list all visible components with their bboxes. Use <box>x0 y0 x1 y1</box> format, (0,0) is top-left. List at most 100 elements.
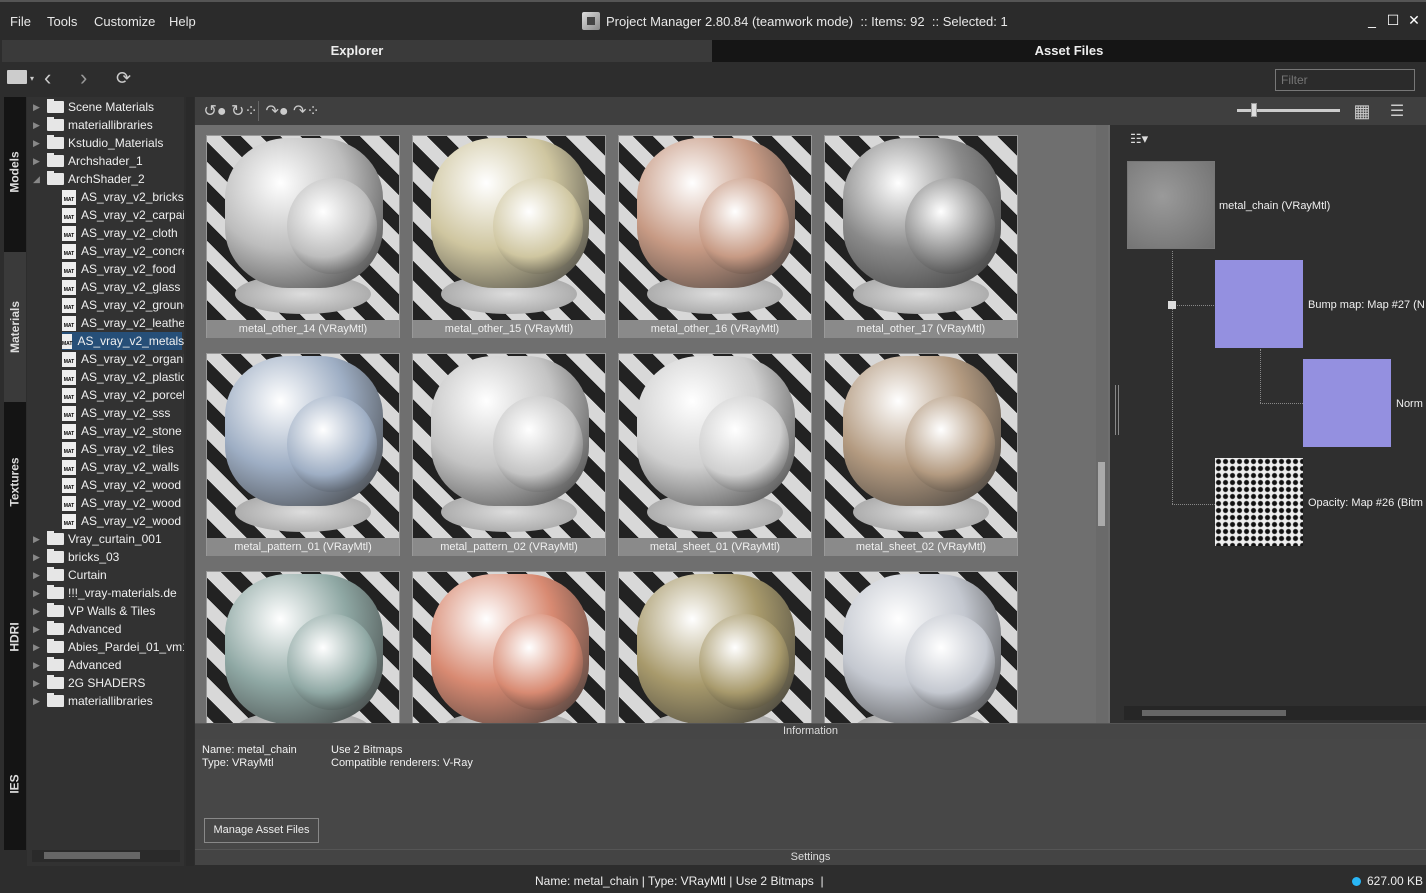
expand-arrow-icon[interactable]: ▶ <box>33 584 43 602</box>
tree-item-material[interactable]: MAT AS_vray_v2_wood <box>62 476 181 494</box>
menu-file[interactable]: File <box>10 14 31 29</box>
material-card[interactable]: metal_sheet_02 (VRayMtl) <box>824 353 1018 556</box>
information-header[interactable]: Information <box>195 723 1426 739</box>
material-card[interactable]: metal_other_15 (VRayMtl) <box>412 135 606 338</box>
expand-arrow-icon[interactable]: ▶ <box>33 656 43 674</box>
tree-item-material[interactable]: MAT AS_vray_v2_cloth <box>62 224 178 242</box>
grid-view-icon[interactable]: ▦ <box>1350 101 1374 121</box>
sort-icon[interactable]: ☰ <box>1385 101 1409 121</box>
collapse-icon[interactable] <box>1168 301 1176 309</box>
grid-scroll-thumb[interactable] <box>1098 462 1105 526</box>
filter-input[interactable] <box>1275 69 1415 91</box>
side-tab-models[interactable]: Models <box>4 97 26 247</box>
menu-customize[interactable]: Customize <box>94 14 155 29</box>
material-card[interactable]: metal_pattern_01 (VRayMtl) <box>206 353 400 556</box>
side-tab-hdri[interactable]: HDRI <box>4 562 26 712</box>
tree-item-material[interactable]: MAT AS_vray_v2_walls <box>62 458 179 476</box>
material-card[interactable]: metal_pattern_02 (VRayMtl) <box>412 353 606 556</box>
settings-header[interactable]: Settings <box>195 849 1426 865</box>
node-tree-horizontal-scrollbar[interactable] <box>1124 706 1426 720</box>
tree-item-material[interactable]: MAT AS_vray_v2_food <box>62 260 176 278</box>
opacity-map-thumbnail[interactable] <box>1215 458 1303 546</box>
tree-item-material[interactable]: MAT AS_vray_v2_carpaint <box>62 206 184 224</box>
manage-asset-files-button[interactable]: Manage Asset Files <box>204 818 319 843</box>
expand-arrow-icon[interactable]: ▶ <box>33 134 43 152</box>
tree-item-folder[interactable]: ▶ Abies_Pardei_01_vm1 <box>33 638 184 656</box>
tree-item-material[interactable]: MAT AS_vray_v2_wood - ( <box>62 512 184 530</box>
tree-item-material[interactable]: MAT AS_vray_v2_sss <box>62 404 170 422</box>
close-button[interactable]: ✕ <box>1404 12 1424 29</box>
tree-item-material[interactable]: MAT AS_vray_v2_plastics <box>62 368 184 386</box>
tree-item-folder[interactable]: ▶ materiallibraries <box>33 116 153 134</box>
tree-item-folder[interactable]: ▶ Archshader_1 <box>33 152 143 170</box>
expand-arrow-icon[interactable]: ▶ <box>33 152 43 170</box>
material-card[interactable]: metal_other_17 (VRayMtl) <box>824 135 1018 338</box>
tree-vertical-scrollbar[interactable] <box>186 97 194 867</box>
tree-item-material[interactable]: MAT AS_vray_v2_metals <box>62 332 184 350</box>
back-button[interactable]: ‹ <box>44 65 51 91</box>
tree-item-folder[interactable]: ◢ ArchShader_2 <box>33 170 145 188</box>
bump-map-thumbnail[interactable] <box>1215 260 1303 348</box>
expand-arrow-icon[interactable]: ▶ <box>33 98 43 116</box>
tree-item-folder[interactable]: ▶ Advanced <box>33 656 121 674</box>
tree-item-material[interactable]: MAT AS_vray_v2_tiles <box>62 440 174 458</box>
tree-item-material[interactable]: MAT AS_vray_v2_leather <box>62 314 184 332</box>
expand-arrow-icon[interactable]: ▶ <box>33 116 43 134</box>
tree-item-material[interactable]: MAT AS_vray_v2_ground <box>62 296 184 314</box>
tree-item-material[interactable]: MAT AS_vray_v2_concret <box>62 242 184 260</box>
side-tab-ies[interactable]: IES <box>4 717 26 850</box>
chevron-down-icon[interactable]: ▾ <box>30 74 34 83</box>
expanded-arrow-icon[interactable]: ◢ <box>33 170 43 188</box>
expand-arrow-icon[interactable]: ▶ <box>33 674 43 692</box>
material-card[interactable] <box>206 571 400 723</box>
material-card[interactable] <box>824 571 1018 723</box>
menu-tools[interactable]: Tools <box>47 14 77 29</box>
expand-arrow-icon[interactable]: ▶ <box>33 692 43 710</box>
slider-handle[interactable] <box>1251 103 1257 117</box>
normal-map-thumbnail[interactable] <box>1303 359 1391 447</box>
load-material-icon[interactable]: ↺● <box>203 101 227 121</box>
expand-arrow-icon[interactable]: ▶ <box>33 530 43 548</box>
menu-help[interactable]: Help <box>169 14 196 29</box>
tree-item-folder[interactable]: ▶ Vray_curtain_001 <box>33 530 162 548</box>
apply-material-icon[interactable]: ↷● <box>265 101 289 121</box>
tree-item-folder[interactable]: ▶ materiallibraries <box>33 692 153 710</box>
tree-item-folder[interactable]: ▶ Advanced <box>33 620 121 638</box>
material-card[interactable] <box>412 571 606 723</box>
root-material-thumbnail[interactable] <box>1127 161 1215 249</box>
expand-arrow-icon[interactable]: ▶ <box>33 620 43 638</box>
minimize-button[interactable]: _ <box>1362 12 1382 28</box>
panel-splitter[interactable] <box>1110 125 1124 723</box>
material-card[interactable]: metal_sheet_01 (VRayMtl) <box>618 353 812 556</box>
apply-multiple-icon[interactable]: ↷⁘ <box>293 101 320 121</box>
tree-item-material[interactable]: MAT AS_vray_v2_glass <box>62 278 180 296</box>
tree-item-folder[interactable]: ▶ Curtain <box>33 566 107 584</box>
tree-item-material[interactable]: MAT AS_vray_v2_bricks <box>62 188 184 206</box>
tree-item-folder[interactable]: ▶ !!!_vray-materials.de <box>33 584 177 602</box>
expand-arrow-icon[interactable]: ▶ <box>33 638 43 656</box>
side-tab-textures[interactable]: Textures <box>4 407 26 557</box>
folder-icon[interactable] <box>7 70 27 84</box>
refresh-button[interactable]: ⟳ <box>116 68 131 89</box>
material-card[interactable]: metal_other_14 (VRayMtl) <box>206 135 400 338</box>
tree-item-folder[interactable]: ▶ VP Walls & Tiles <box>33 602 155 620</box>
load-multiple-icon[interactable]: ↻⁘ <box>231 101 258 121</box>
tree-item-material[interactable]: MAT AS_vray_v2_stone <box>62 422 182 440</box>
tree-item-material[interactable]: MAT AS_vray_v2_porcelai <box>62 386 184 404</box>
expand-arrow-icon[interactable]: ▶ <box>33 548 43 566</box>
forward-button[interactable]: › <box>80 65 87 91</box>
tab-explorer[interactable]: Explorer <box>2 40 712 62</box>
tab-asset-files[interactable]: Asset Files <box>712 40 1426 62</box>
tree-horizontal-scrollbar[interactable] <box>32 850 180 862</box>
tree-item-folder[interactable]: ▶ Scene Materials <box>33 98 154 116</box>
expand-arrow-icon[interactable]: ▶ <box>33 602 43 620</box>
grid-vertical-scrollbar[interactable] <box>1096 125 1108 723</box>
material-card[interactable] <box>618 571 812 723</box>
tree-item-folder[interactable]: ▶ Kstudio_Materials <box>33 134 163 152</box>
view-options-icon[interactable]: ☷▾ <box>1130 131 1148 147</box>
material-card[interactable]: metal_other_16 (VRayMtl) <box>618 135 812 338</box>
tree-item-folder[interactable]: ▶ 2G SHADERS <box>33 674 145 692</box>
tree-item-material[interactable]: MAT AS_vray_v2_organic <box>62 350 184 368</box>
side-tab-materials[interactable]: Materials <box>4 252 26 402</box>
expand-arrow-icon[interactable]: ▶ <box>33 566 43 584</box>
